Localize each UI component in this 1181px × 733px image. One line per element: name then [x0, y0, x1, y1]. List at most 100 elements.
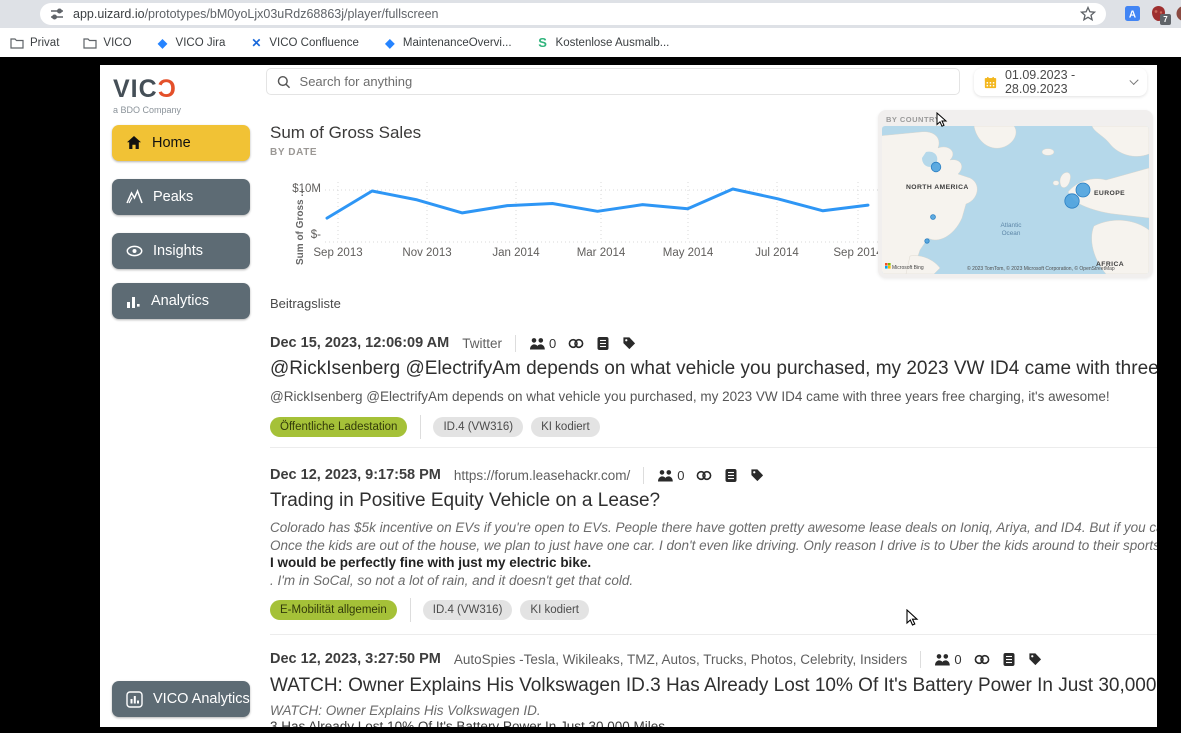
bookmark-privat[interactable]: Privat	[10, 36, 59, 50]
svg-text:A: A	[1129, 10, 1136, 21]
tag-icon[interactable]	[750, 468, 764, 482]
translate-icon[interactable]: A	[1124, 5, 1141, 22]
tag-green[interactable]: Öffentliche Ladestation	[270, 417, 407, 437]
country-map-card[interactable]: BY COUNTRY	[878, 110, 1153, 278]
bar-chart-icon	[126, 294, 141, 309]
sales-line-series	[327, 189, 868, 218]
post-meta: Dec 15, 2023, 12:06:09 AM Twitter 0	[270, 333, 1157, 353]
mouse-cursor	[936, 112, 948, 128]
post-title[interactable]: @RickIsenberg @ElectrifyAm depends on wh…	[270, 356, 1157, 382]
y-tick-10m: $10M	[273, 183, 321, 195]
post-source[interactable]: AutoSpies -Tesla, Wikileaks, TMZ, Autos,…	[454, 652, 907, 667]
address-bar[interactable]: app.uizard.io/prototypes/bM0yoLjx03uRdz6…	[40, 3, 1106, 25]
bookmark-maintenance[interactable]: ◆ MaintenanceOvervi...	[383, 36, 512, 50]
confluence-icon: ✕	[249, 36, 263, 50]
bookmark-star-icon[interactable]	[1080, 6, 1096, 22]
map-bubble[interactable]	[931, 162, 941, 172]
post-body-line: . I'm in SoCal, so not a lot of rain, an…	[270, 572, 1157, 590]
folder-icon	[83, 36, 97, 50]
x-tick-4: May 2014	[663, 247, 714, 259]
post-body-line: WATCH: Owner Explains His Volkswagen ID.	[270, 702, 1157, 720]
x-tick-6: Sep 2014	[833, 247, 878, 259]
url-text[interactable]: app.uizard.io/prototypes/bM0yoLjx03uRdz6…	[73, 7, 439, 21]
chart-plot	[325, 170, 878, 250]
notebook-icon[interactable]	[724, 468, 738, 483]
extension-icon[interactable]: 7	[1150, 5, 1167, 22]
map-bubble[interactable]	[1076, 183, 1090, 197]
post-tags: Öffentliche Ladestation ID.4 (VW316) KI …	[270, 415, 1157, 439]
tag-icon[interactable]	[1028, 652, 1042, 666]
map-attribution: © 2023 TomTom, © 2023 Microsoft Corporat…	[967, 265, 1115, 272]
tag-icon[interactable]	[622, 336, 636, 350]
peaks-icon	[126, 189, 143, 205]
bookmark-vico-confluence[interactable]: ✕ VICO Confluence	[249, 36, 359, 50]
bookmark-vico-jira[interactable]: ◆ VICO Jira	[156, 36, 226, 50]
notebook-icon[interactable]	[596, 336, 610, 351]
date-range-picker[interactable]: 01.09.2023 - 28.09.2023	[974, 68, 1147, 96]
map-label-north-america: NORTH AMERICA	[906, 184, 969, 191]
post-divider	[270, 634, 1157, 635]
bottom-letterbox	[0, 727, 1181, 733]
logo-tagline: a BDO Company	[113, 105, 181, 115]
sidebar-item-insights[interactable]: Insights	[112, 233, 250, 269]
bookmark-ausmal[interactable]: S Kostenlose Ausmalb...	[536, 36, 670, 50]
search-input[interactable]	[300, 74, 949, 89]
map-bubble[interactable]	[931, 215, 936, 220]
reach-indicator[interactable]: 0	[529, 336, 556, 351]
x-tick-5: Jul 2014	[755, 247, 798, 259]
url-domain: app.uizard.io	[73, 7, 145, 21]
link-icon[interactable]	[974, 653, 990, 666]
link-icon[interactable]	[568, 337, 584, 350]
tag-gray[interactable]: KI kodiert	[520, 600, 589, 620]
search-icon	[277, 75, 291, 89]
url-path: /prototypes/bM0yoLjx03uRdz68863j/player/…	[145, 7, 439, 21]
post-date: Dec 15, 2023, 12:06:09 AM	[270, 335, 449, 351]
notebook-icon[interactable]	[1002, 652, 1016, 667]
app-canvas: VICƆ a BDO Company Home Peaks Insights A…	[100, 65, 1157, 727]
reach-indicator[interactable]: 0	[934, 652, 961, 667]
post-body-line: Once the kids are out of the house, we p…	[270, 537, 1157, 555]
site-info-icon[interactable]	[50, 7, 64, 21]
profile-avatar[interactable]	[1174, 5, 1181, 22]
map-label-ocean2: Ocean	[1002, 230, 1021, 237]
analytics-box-icon	[126, 691, 143, 708]
logo-text: VIC	[113, 75, 158, 103]
tag-gray[interactable]: ID.4 (VW316)	[423, 600, 513, 620]
world-map[interactable]: NORTH AMERICA EUROPE AFRICA Atlantic Oce…	[882, 126, 1149, 274]
post-title[interactable]: Trading in Positive Equity Vehicle on a …	[270, 488, 1157, 514]
sidebar-item-home[interactable]: Home	[112, 125, 250, 161]
divider	[410, 598, 411, 622]
post-body-bold: I would be perfectly fine with just my e…	[270, 554, 1157, 572]
tag-gray[interactable]: KI kodiert	[531, 417, 600, 437]
home-icon	[126, 135, 142, 151]
map-label-ocean1: Atlantic	[1001, 222, 1023, 229]
tag-gray[interactable]: ID.4 (VW316)	[433, 417, 523, 437]
bookmark-vico[interactable]: VICO	[83, 36, 131, 50]
audience-icon	[657, 469, 674, 482]
map-label-europe: EUROPE	[1094, 190, 1125, 197]
mouse-cursor	[906, 609, 919, 627]
map-bubble[interactable]	[1065, 194, 1079, 208]
sidebar-item-analytics[interactable]: Analytics	[112, 283, 250, 319]
screen: app.uizard.io/prototypes/bM0yoLjx03uRdz6…	[0, 0, 1181, 733]
eye-icon	[126, 244, 143, 258]
map-bubble[interactable]	[925, 239, 929, 243]
sidebar-item-peaks[interactable]: Peaks	[112, 179, 250, 215]
post-title[interactable]: WATCH: Owner Explains His Volkswagen ID.…	[270, 673, 1157, 699]
audience-icon	[529, 337, 546, 350]
post-body-line: 3 Has Already Lost 10% Of It's Battery P…	[270, 718, 1157, 727]
post-source[interactable]: https://forum.leasehackr.com/	[454, 468, 630, 483]
post-excerpt: @RickIsenberg @ElectrifyAm depends on wh…	[270, 389, 1157, 404]
post-meta: Dec 12, 2023, 9:17:58 PM https://forum.l…	[270, 465, 1157, 485]
chart-title: Sum of Gross Sales	[270, 123, 421, 143]
post-source[interactable]: Twitter	[462, 336, 502, 351]
post-date: Dec 12, 2023, 9:17:58 PM	[270, 467, 441, 483]
post-tags: E-Mobilität allgemein ID.4 (VW316) KI ko…	[270, 598, 1157, 622]
map-brand-label: Microsoft Bing	[892, 265, 924, 271]
extension-badge: 7	[1160, 14, 1171, 25]
reach-indicator[interactable]: 0	[657, 468, 684, 483]
sidebar-item-vico-analytics[interactable]: VICO Analytics	[112, 681, 250, 717]
link-icon[interactable]	[696, 469, 712, 482]
tag-green[interactable]: E-Mobilität allgemein	[270, 600, 397, 620]
divider	[515, 335, 516, 352]
